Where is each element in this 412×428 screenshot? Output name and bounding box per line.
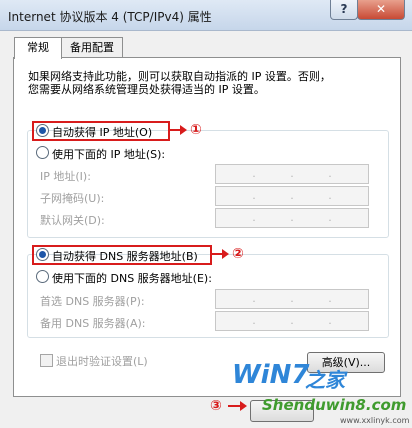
alternate-dns-sep-1: . [252, 314, 256, 327]
alternate-dns-sep-2: . [290, 314, 294, 327]
preferred-dns-label: 首选 DNS 服务器(P): [40, 295, 145, 308]
auto-ip-radio[interactable] [36, 124, 49, 137]
auto-dns-radio[interactable] [36, 248, 49, 261]
description-line-2: 您需要从网络系统管理员处获得适当的 IP 设置。 [28, 83, 265, 96]
annotation-marker-3: ③ [210, 398, 222, 414]
preferred-dns-field[interactable]: . . . [215, 289, 369, 309]
validate-settings-label[interactable]: 退出时验证设置(L) [56, 353, 148, 369]
watermark-url: www.xxlinyk.com [340, 416, 410, 425]
annotation-marker-1: ① [190, 122, 202, 138]
close-button[interactable]: ✕ [357, 0, 405, 20]
manual-ip-radio[interactable] [36, 146, 49, 159]
annotation-arrowhead-3 [240, 401, 247, 411]
description-line-1: 如果网络支持此功能，则可以获取自动指派的 IP 设置。否则， [28, 70, 331, 83]
subnet-mask-field[interactable]: . . . [215, 186, 369, 206]
subnet-mask-sep-3: . [328, 189, 332, 202]
default-gateway-label: 默认网关(D): [40, 214, 105, 227]
watermark-brand-suffix: 之家 [305, 368, 345, 392]
preferred-dns-sep-2: . [290, 292, 294, 305]
manual-dns-radio[interactable] [36, 270, 49, 283]
help-button[interactable]: ? [330, 0, 358, 20]
manual-dns-label[interactable]: 使用下面的 DNS 服务器地址(E): [52, 270, 212, 286]
watermark-brand: WiN7 [232, 360, 310, 390]
description-text: 如果网络支持此功能，则可以获取自动指派的 IP 设置。否则， 您需要从网络系统管… [28, 70, 368, 96]
tab-alternate-config[interactable]: 备用配置 [61, 37, 123, 58]
annotation-marker-2: ② [232, 246, 244, 262]
alternate-dns-field[interactable]: . . . [215, 311, 369, 331]
annotation-arrowhead-1 [180, 125, 187, 135]
default-gateway-sep-2: . [290, 211, 294, 224]
ip-address-sep-3: . [328, 167, 332, 180]
default-gateway-field[interactable]: . . . [215, 208, 369, 228]
subnet-mask-sep-1: . [252, 189, 256, 202]
ip-address-sep-1: . [252, 167, 256, 180]
default-gateway-sep-1: . [252, 211, 256, 224]
preferred-dns-sep-3: . [328, 292, 332, 305]
manual-ip-label[interactable]: 使用下面的 IP 地址(S): [52, 146, 165, 162]
ip-address-label: IP 地址(I): [40, 170, 91, 183]
preferred-dns-sep-1: . [252, 292, 256, 305]
subnet-mask-sep-2: . [290, 189, 294, 202]
validate-settings-checkbox[interactable] [40, 354, 53, 367]
auto-dns-label[interactable]: 自动获得 DNS 服务器地址(B) [52, 248, 198, 264]
ip-address-sep-2: . [290, 167, 294, 180]
auto-ip-label[interactable]: 自动获得 IP 地址(O) [52, 124, 152, 140]
window-title: Internet 协议版本 4 (TCP/IPv4) 属性 [8, 10, 212, 24]
alternate-dns-label: 备用 DNS 服务器(A): [40, 317, 146, 330]
watermark-site: Shenduwin8.com [262, 396, 407, 414]
annotation-arrowhead-2 [222, 249, 229, 259]
alternate-dns-sep-3: . [328, 314, 332, 327]
ip-address-field[interactable]: . . . [215, 164, 369, 184]
subnet-mask-label: 子网掩码(U): [40, 192, 105, 205]
tab-general[interactable]: 常规 [14, 37, 62, 59]
default-gateway-sep-3: . [328, 211, 332, 224]
